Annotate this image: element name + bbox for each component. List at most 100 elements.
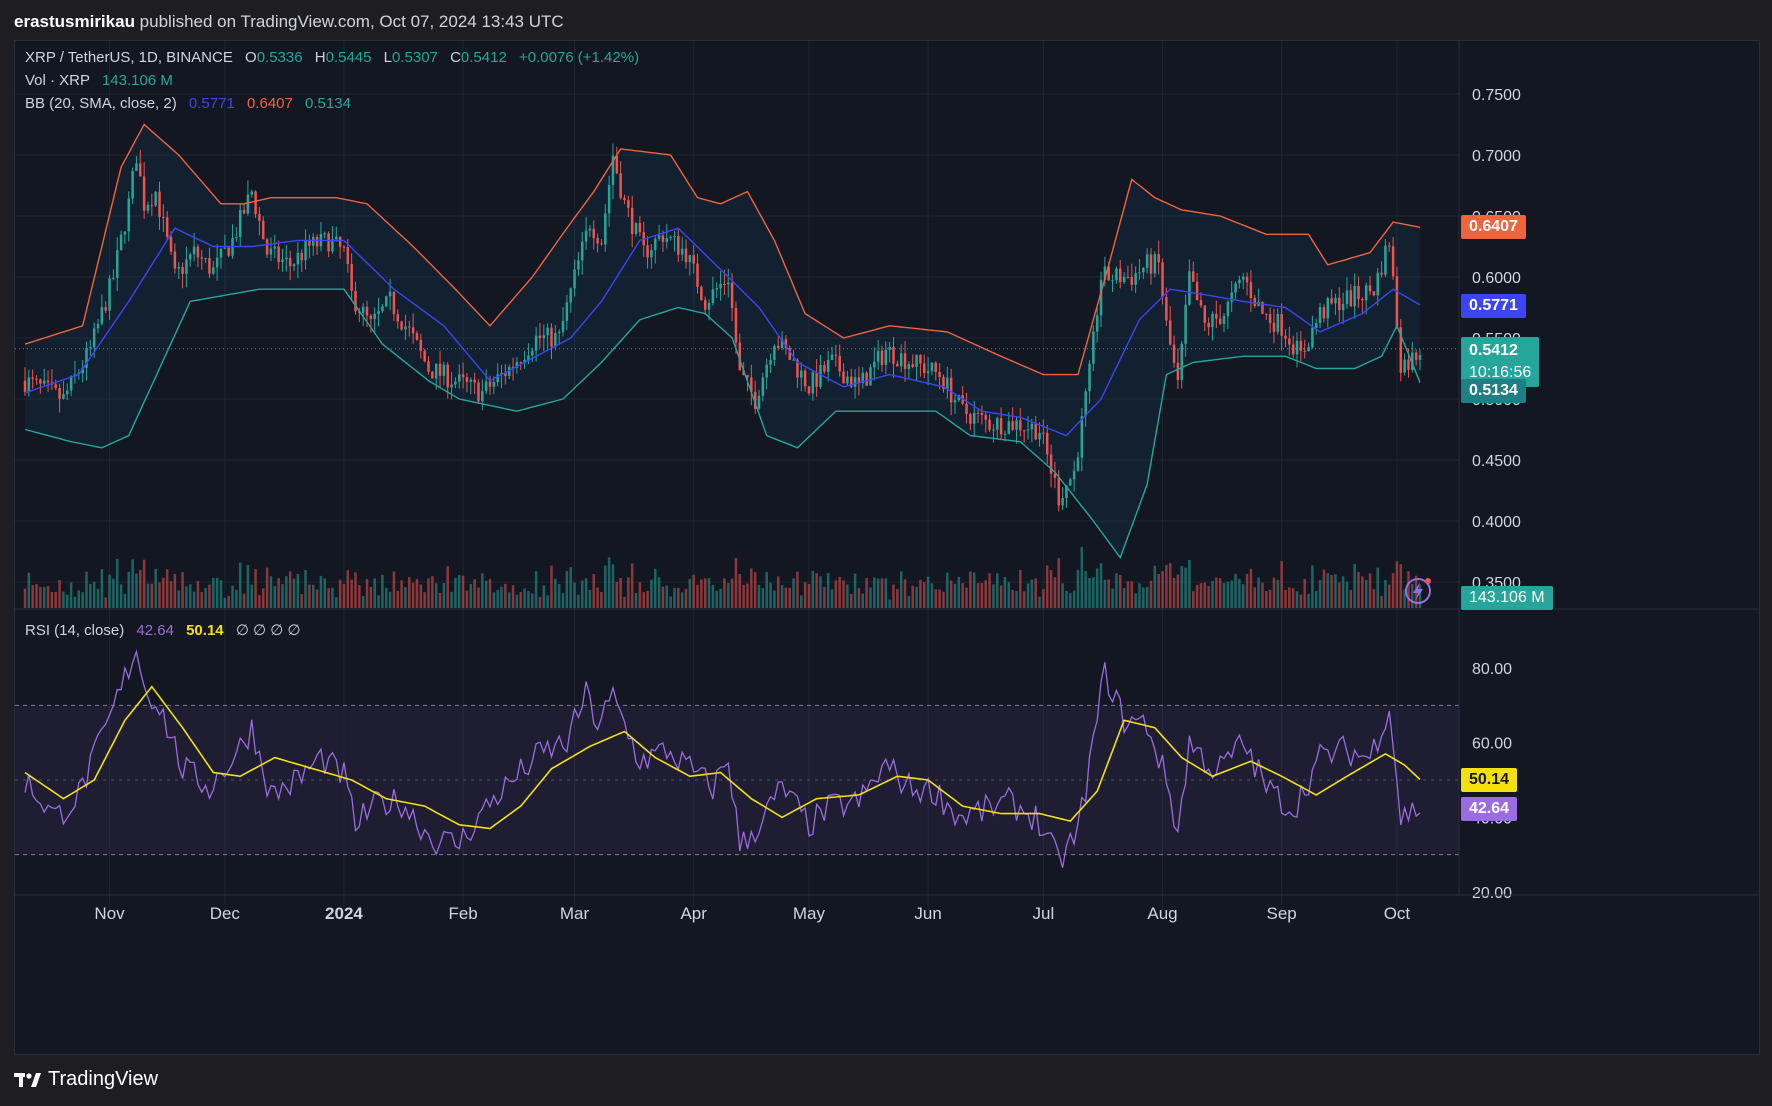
volume-bar xyxy=(238,562,242,608)
candle-body xyxy=(696,263,699,287)
candle-body xyxy=(1003,433,1007,435)
high-label: H xyxy=(314,49,326,66)
volume-bar xyxy=(1314,591,1318,608)
candle-body xyxy=(1015,420,1018,430)
candle-body xyxy=(58,387,61,399)
candle-body xyxy=(296,252,300,265)
volume-bar xyxy=(392,571,396,608)
volume-bar xyxy=(96,588,100,608)
volume-bar xyxy=(1045,565,1049,608)
symbol-label[interactable]: XRP / TetherUS, 1D, BINANCE xyxy=(25,49,233,66)
volume-bar xyxy=(1418,584,1422,608)
volume-bar xyxy=(188,584,192,608)
volume-bar xyxy=(1341,576,1345,608)
volume-bar xyxy=(1226,581,1230,608)
volume-bar xyxy=(938,589,941,608)
volume-bar xyxy=(1399,564,1403,608)
candle-body xyxy=(634,223,638,234)
volume-bar xyxy=(1038,596,1041,608)
volume-label[interactable]: Vol · XRP xyxy=(25,72,90,89)
volume-bar xyxy=(1053,577,1057,608)
candle-body xyxy=(807,386,811,394)
candle-body xyxy=(953,400,957,403)
candle-body xyxy=(627,200,630,208)
candle-body xyxy=(1230,292,1233,302)
volume-bar xyxy=(557,584,561,608)
volume-bar xyxy=(415,578,419,608)
volume-bar xyxy=(165,569,169,608)
candle-body xyxy=(442,364,446,376)
volume-legend: Vol · XRP 143.106 M xyxy=(25,72,173,89)
candle-body xyxy=(899,353,903,367)
volume-bar xyxy=(1334,574,1337,608)
volume-bar xyxy=(1303,578,1306,608)
time-axis-label: Nov xyxy=(94,904,125,923)
candle-body xyxy=(884,349,888,365)
rsi-ma-tag: 50.14 xyxy=(1461,768,1518,792)
candle-body xyxy=(1288,338,1291,345)
volume-bar xyxy=(504,583,507,608)
volume-bar xyxy=(1291,588,1295,608)
volume-bar xyxy=(1157,574,1160,608)
volume-bar xyxy=(1257,577,1260,608)
volume-bar xyxy=(1030,579,1034,608)
candle-body xyxy=(673,236,676,238)
volume-bar xyxy=(1103,579,1107,608)
chart-canvas[interactable]: 0.35000.40000.45000.50000.55000.60000.65… xyxy=(15,41,1759,1054)
tradingview-logo[interactable]: TradingView xyxy=(14,1068,158,1091)
candle-body xyxy=(826,360,830,372)
volume-bar xyxy=(865,578,868,608)
volume-bar xyxy=(1330,575,1333,608)
volume-bar xyxy=(719,588,722,608)
volume-bar xyxy=(869,587,872,608)
candle-body xyxy=(277,246,280,263)
candle-body xyxy=(703,299,707,310)
time-axis-label: Sep xyxy=(1267,904,1297,923)
volume-bar xyxy=(619,577,622,608)
rsi-label[interactable]: RSI (14, close) xyxy=(25,622,124,639)
volume-bar xyxy=(1411,583,1414,608)
candle-body xyxy=(162,216,165,218)
volume-bar xyxy=(523,588,526,608)
volume-bar xyxy=(142,559,146,608)
volume-bar xyxy=(1069,592,1072,608)
candle-body xyxy=(896,363,899,367)
volume-bar xyxy=(577,594,580,608)
volume-bar xyxy=(669,596,672,608)
volume-bar xyxy=(976,583,980,608)
volume-bar xyxy=(458,574,461,608)
volume-bar xyxy=(942,591,945,608)
volume-bar xyxy=(561,593,565,608)
candle-body xyxy=(1357,285,1360,299)
volume-bar xyxy=(600,592,603,608)
candle-body xyxy=(630,207,634,234)
price-legend: XRP / TetherUS, 1D, BINANCE O0.5336 H0.5… xyxy=(25,49,639,66)
candle-body xyxy=(465,377,469,382)
candle-body xyxy=(965,403,968,415)
candle-body xyxy=(273,246,277,249)
low-label: L xyxy=(383,49,393,66)
volume-bar xyxy=(269,576,273,608)
candle-body xyxy=(373,313,376,320)
volume-bar xyxy=(1276,579,1280,608)
volume-bar xyxy=(757,584,761,608)
volume-bar xyxy=(980,582,984,608)
volume-bar xyxy=(27,572,31,608)
volume-bar xyxy=(750,568,753,608)
rsi-value: 42.64 xyxy=(136,622,174,639)
volume-bar xyxy=(984,580,987,608)
rsi-axis-label: 80.00 xyxy=(1472,661,1512,678)
volume-bar xyxy=(62,591,65,608)
candle-body xyxy=(1138,272,1141,274)
volume-bar xyxy=(154,568,157,608)
candle-body xyxy=(1122,276,1126,283)
volume-bar xyxy=(319,575,323,608)
candle-body xyxy=(1364,285,1368,301)
volume-bar xyxy=(1049,570,1053,608)
bb-label[interactable]: BB (20, SMA, close, 2) xyxy=(25,95,177,112)
candle-body xyxy=(292,264,296,267)
volume-bar xyxy=(411,582,415,608)
volume-bar xyxy=(1203,582,1207,608)
candle-body xyxy=(204,258,207,260)
candle-body xyxy=(1192,271,1195,282)
